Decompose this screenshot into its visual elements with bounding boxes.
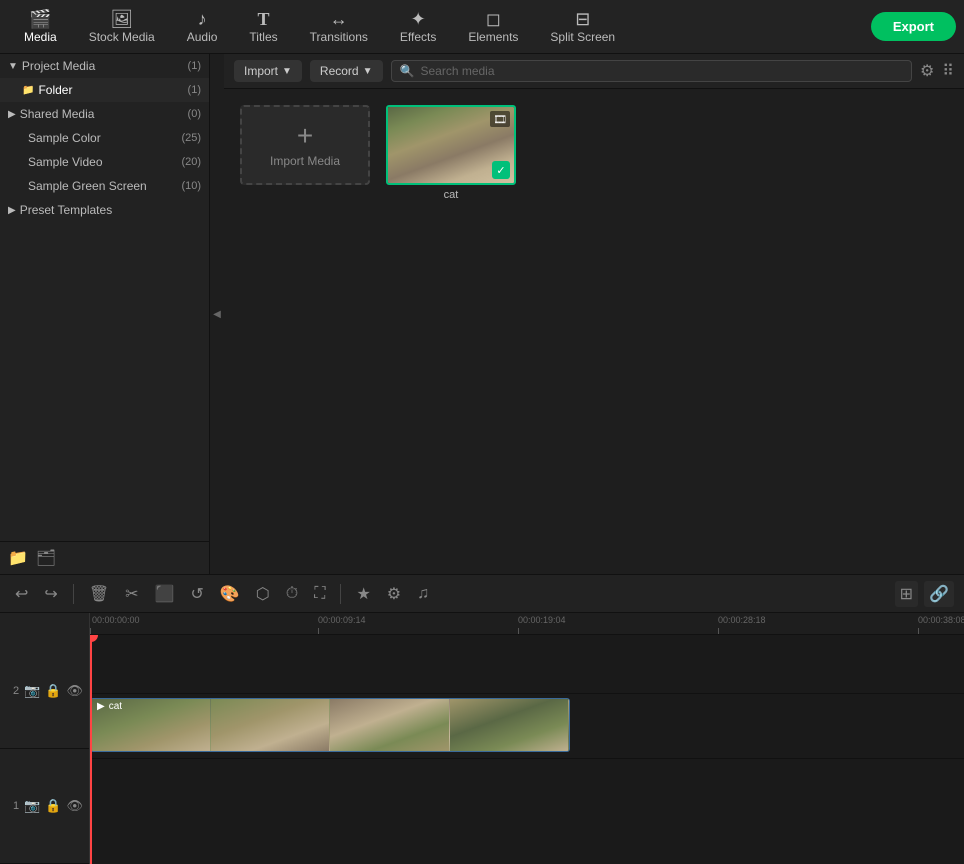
tree-preset-templates[interactable]: ▶ Preset Templates — [0, 198, 209, 222]
tree-folder[interactable]: 📁 Folder (1) — [0, 78, 209, 102]
delete-button[interactable]: 🗑 — [84, 581, 114, 607]
folder-arrow: 📁 — [22, 85, 34, 96]
timeline-body: 00:00:00:00 00:00:09:14 00:00:19:04 00:0… — [0, 613, 964, 864]
adjust-button[interactable]: ⚙ — [382, 581, 406, 607]
media-thumb-check: ✓ — [492, 161, 510, 179]
tree-sample-green-screen[interactable]: Sample Green Screen (10) — [0, 174, 209, 198]
elements-icon: ◻ — [486, 10, 501, 28]
grid-icon[interactable]: ⠿ — [942, 61, 954, 81]
split-screen-icon: ⊟ — [575, 10, 590, 28]
stock-media-icon: 🖼 — [110, 10, 133, 28]
track-2-lock-icon[interactable]: 🔒 — [45, 683, 61, 699]
left-panel: ▼ Project Media (1) 📁 Folder (1) ▶ Share… — [0, 54, 210, 574]
collapse-handle[interactable]: ◀ — [210, 54, 224, 574]
track-1-controls: 1 📷 🔒 👁 — [0, 749, 89, 864]
link-button[interactable]: 🔗 — [924, 581, 954, 607]
fullscreen-button[interactable]: ⛶ — [309, 582, 330, 606]
tracks-container: ▶ cat — [90, 635, 964, 864]
redo-button[interactable]: ↪ — [39, 581, 62, 607]
filter-icon[interactable]: ⚙ — [920, 61, 934, 81]
track-1-number: 1 — [13, 800, 19, 812]
toolbar-audio[interactable]: ♪ Audio — [171, 6, 234, 48]
track-2-content — [90, 635, 964, 693]
toolbar-media[interactable]: 🎬 Media — [8, 6, 73, 48]
effects-icon: ✦ — [411, 10, 426, 28]
ruler-mark-1: 00:00:09:14 — [318, 615, 366, 625]
toolbar-titles[interactable]: T Titles — [233, 6, 293, 48]
clip-label-cat: ▶ cat — [97, 701, 122, 712]
titles-icon: T — [258, 10, 270, 28]
import-dropdown-icon: ▼ — [282, 66, 292, 77]
project-media-arrow: ▼ — [8, 61, 18, 72]
record-button[interactable]: Record ▼ — [310, 60, 383, 82]
tree-sample-video[interactable]: Sample Video (20) — [0, 150, 209, 174]
media-label-cat: cat — [444, 189, 459, 201]
timeline-area: ↩ ↪ 🗑 ✂ ⬛ ↺ 🎨 ⬡ ⏱ ⛶ ★ ⚙ ♫ ⊞ 🔗 00:00:00:0… — [0, 574, 964, 864]
track-1-camera-icon[interactable]: 📷 — [24, 798, 40, 814]
main-area: ▼ Project Media (1) 📁 Folder (1) ▶ Share… — [0, 54, 964, 574]
ruler-mark-0: 00:00:00:00 — [92, 615, 140, 625]
track-row-2 — [90, 635, 964, 694]
clip-cat[interactable]: ▶ cat — [90, 698, 570, 752]
ruler-mark-4: 00:00:38:08 — [918, 615, 964, 625]
tree-project-media[interactable]: ▼ Project Media (1) — [0, 54, 209, 78]
add-video-track-button[interactable]: ⊞ — [895, 581, 918, 607]
crop-button[interactable]: ⬛ — [150, 581, 180, 607]
left-panel-footer: 📁 🗂 — [0, 541, 209, 574]
timeline-right: 00:00:00:00 00:00:09:14 00:00:19:04 00:0… — [90, 613, 964, 864]
track-controls-overlay: 2 📷 🔒 👁 1 📷 🔒 👁 — [0, 634, 90, 864]
export-button[interactable]: Export — [871, 12, 956, 41]
toolbar-elements[interactable]: ◻ Elements — [452, 6, 534, 48]
toolbar-stock-media[interactable]: 🖼 Stock Media — [73, 6, 171, 48]
track-1-content: ▶ cat — [90, 694, 964, 758]
playhead[interactable] — [90, 635, 92, 864]
preset-templates-arrow: ▶ — [8, 205, 16, 216]
tree-sample-color[interactable]: Sample Color (25) — [0, 126, 209, 150]
timeline-ruler: 00:00:00:00 00:00:09:14 00:00:19:04 00:0… — [90, 613, 964, 635]
search-input[interactable] — [420, 64, 902, 78]
transitions-icon: ↔ — [330, 10, 348, 28]
color-button[interactable]: 🎨 — [215, 581, 245, 607]
media-grid: + Import Media 🎞 ✓ cat — [224, 89, 964, 574]
toolbar-effects[interactable]: ✦ Effects — [384, 6, 452, 48]
mask-button[interactable]: ⬡ — [251, 581, 275, 607]
star-button[interactable]: ★ — [351, 581, 375, 607]
media-icon: 🎬 — [29, 10, 51, 28]
toolbar-split-screen[interactable]: ⊟ Split Screen — [534, 6, 631, 48]
import-button[interactable]: Import ▼ — [234, 60, 302, 82]
add-folder-icon[interactable]: 📁 — [8, 548, 28, 568]
undo-button[interactable]: ↩ — [10, 581, 33, 607]
track-1-lock-icon[interactable]: 🔒 — [45, 798, 61, 814]
audio-icon: ♪ — [198, 10, 207, 28]
audio-button[interactable]: ♫ — [412, 582, 434, 606]
search-icon: 🔍 — [400, 64, 415, 78]
shared-media-arrow: ▶ — [8, 109, 16, 120]
import-media-button[interactable]: + Import Media — [240, 105, 370, 185]
track-2-camera-icon[interactable]: 📷 — [24, 683, 40, 699]
track-2-controls: 2 📷 🔒 👁 — [0, 634, 89, 749]
timeline-toolbar: ↩ ↪ 🗑 ✂ ⬛ ↺ 🎨 ⬡ ⏱ ⛶ ★ ⚙ ♫ ⊞ 🔗 — [0, 575, 964, 613]
content-toolbar: Import ▼ Record ▼ 🔍 ⚙ ⠿ — [224, 54, 964, 89]
content-panel: Import ▼ Record ▼ 🔍 ⚙ ⠿ + Import Media — [224, 54, 964, 574]
track-1-eye-icon[interactable]: 👁 — [66, 798, 83, 814]
new-folder-icon[interactable]: 🗂 — [36, 548, 56, 568]
track-2-number: 2 — [13, 685, 19, 697]
track-2-eye-icon[interactable]: 👁 — [66, 683, 83, 699]
rotate-button[interactable]: ↺ — [185, 581, 208, 607]
cut-button[interactable]: ✂ — [120, 581, 143, 607]
track-row-1: ▶ cat — [90, 694, 964, 759]
clip-frames — [91, 699, 569, 751]
media-thumbnail-cat: 🎞 ✓ — [386, 105, 516, 185]
timer-button[interactable]: ⏱ — [281, 582, 303, 606]
top-toolbar: 🎬 Media 🖼 Stock Media ♪ Audio T Titles ↔… — [0, 0, 964, 54]
media-item-cat[interactable]: 🎞 ✓ cat — [386, 105, 516, 201]
plus-icon: + — [297, 122, 313, 150]
media-thumb-filmstrip-icon: 🎞 — [490, 111, 510, 127]
ruler-mark-2: 00:00:19:04 — [518, 615, 566, 625]
toolbar-transitions[interactable]: ↔ Transitions — [294, 6, 384, 48]
record-dropdown-icon: ▼ — [363, 66, 373, 77]
ruler-mark-3: 00:00:28:18 — [718, 615, 766, 625]
search-bar: 🔍 — [391, 60, 912, 82]
tree-shared-media[interactable]: ▶ Shared Media (0) — [0, 102, 209, 126]
